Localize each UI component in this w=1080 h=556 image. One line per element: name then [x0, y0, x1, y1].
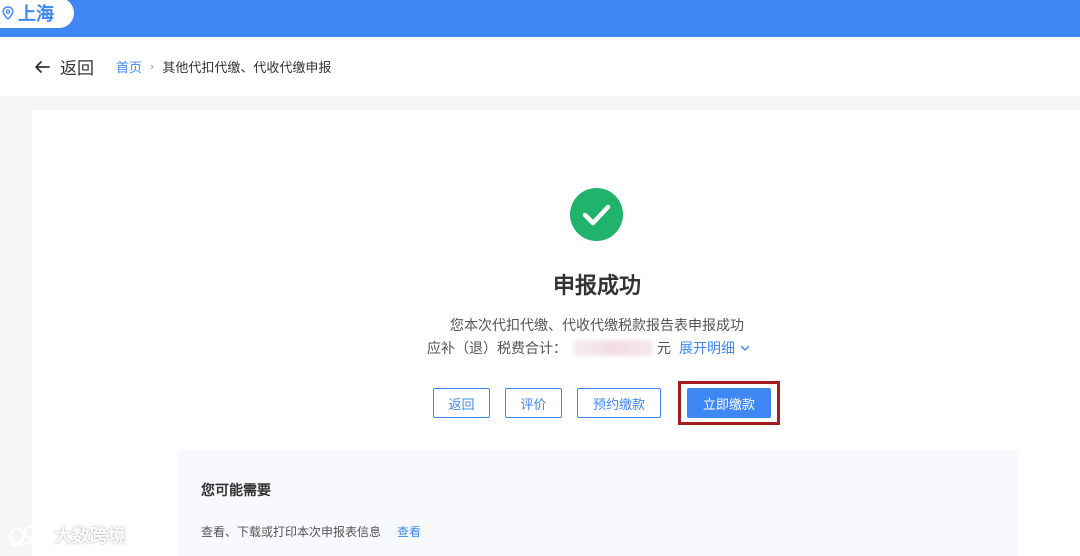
view-link[interactable]: 查看: [397, 523, 421, 540]
location-pin-icon: [2, 6, 14, 20]
breadcrumb-current: 其他代扣代缴、代收代缴申报: [162, 61, 332, 76]
amount-value-redacted: [573, 340, 653, 356]
nav-bar: 返回 首页 › 其他代扣代缴、代收代缴申报: [0, 37, 1080, 96]
pay-now-highlight: 立即缴款: [678, 381, 780, 425]
top-bar: 上海: [0, 0, 1080, 37]
breadcrumb-home[interactable]: 首页: [116, 57, 142, 76]
list-item: 查看、下载或打印本次申报表信息 查看: [201, 523, 421, 540]
arrow-left-icon: [35, 60, 50, 73]
return-button[interactable]: 返回: [433, 388, 490, 418]
pay-now-button[interactable]: 立即缴款: [687, 388, 771, 418]
success-title: 申报成功: [552, 274, 641, 299]
reserve-payment-button[interactable]: 预约缴款: [577, 388, 661, 418]
amount-row: 应补（退）税费合计： 元 展开明细: [427, 338, 750, 358]
success-check-icon: [570, 188, 623, 241]
expand-details-label: 展开明细: [679, 341, 735, 357]
back-link[interactable]: 返回: [34, 54, 94, 79]
amount-label: 应补（退）税费合计：: [427, 341, 567, 357]
action-buttons: 返回 评价 预约缴款 立即缴款: [433, 381, 780, 425]
breadcrumb: 首页 › 其他代扣代缴、代收代缴申报: [116, 57, 331, 76]
amount-unit: 元: [657, 341, 671, 357]
maybe-need-item-text: 查看、下载或打印本次申报表信息: [201, 525, 382, 539]
chevron-right-icon: ›: [150, 60, 155, 73]
chevron-down-icon: [740, 345, 750, 351]
watermark-text: 大数跨境: [54, 526, 126, 547]
maybe-need-title: 您可能需要: [201, 483, 271, 499]
evaluate-button[interactable]: 评价: [505, 388, 562, 418]
back-label: 返回: [60, 59, 94, 79]
result-card: 申报成功 您本次代扣代缴、代收代缴税款报告表申报成功 应补（退）税费合计： 元 …: [32, 110, 1080, 556]
location-selector[interactable]: 上海: [0, 0, 74, 28]
success-description: 您本次代扣代缴、代收代缴税款报告表申报成功: [450, 318, 744, 334]
watermark-logo-icon: [9, 526, 46, 547]
location-text: 上海: [18, 4, 54, 25]
maybe-need-panel: 您可能需要 查看、下载或打印本次申报表信息 查看: [177, 450, 1017, 556]
watermark: 大数跨境: [8, 522, 126, 548]
expand-details-link[interactable]: 展开明细: [679, 338, 750, 358]
